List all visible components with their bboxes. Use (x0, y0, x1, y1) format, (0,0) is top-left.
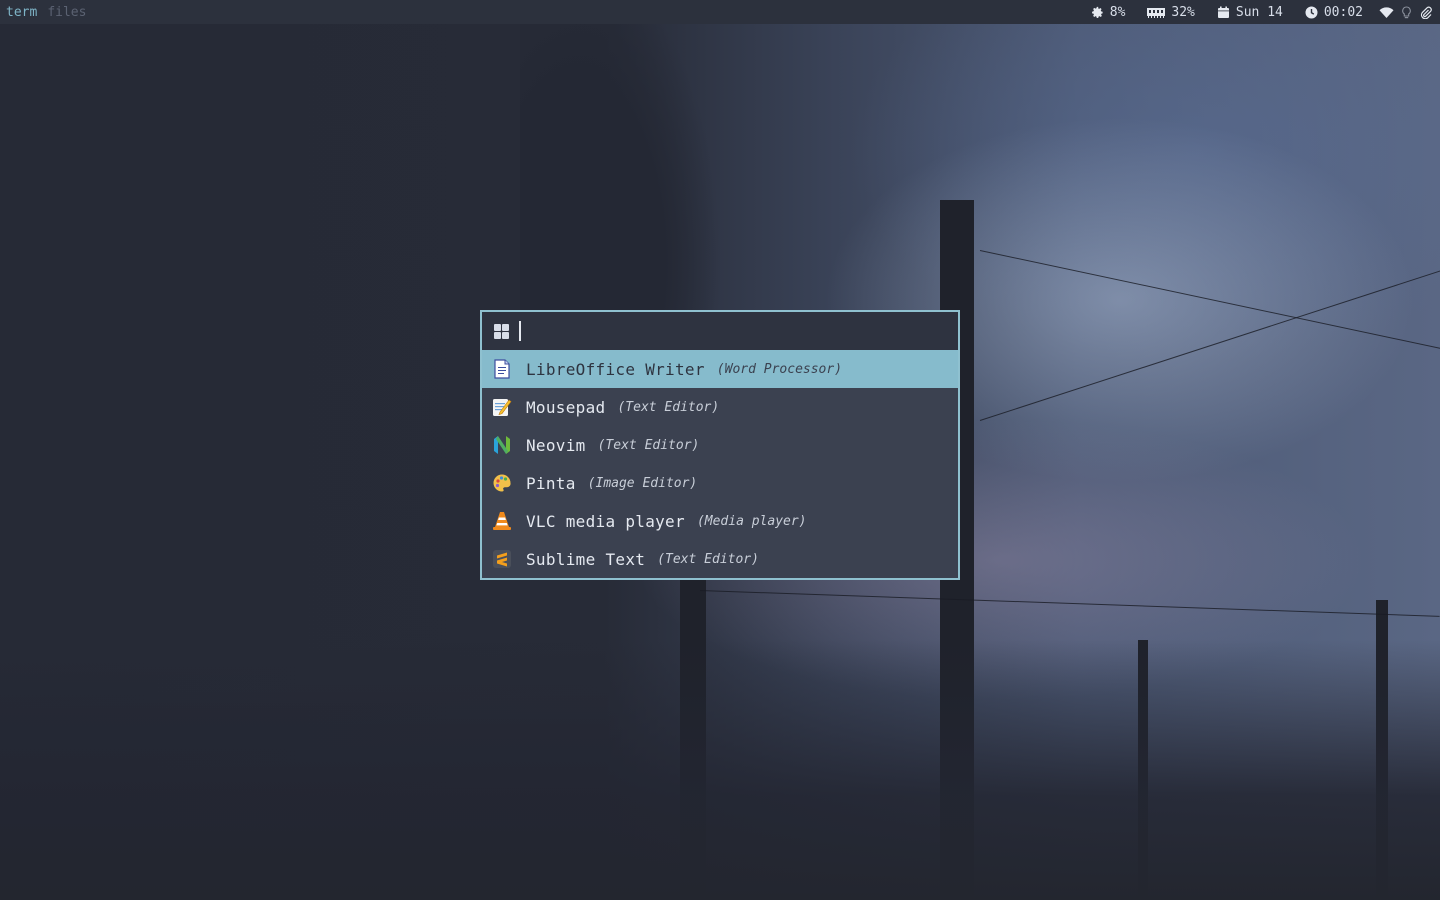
cpu-value: 8% (1109, 4, 1126, 20)
memory-status: 32% (1147, 4, 1195, 20)
gear-icon (1091, 6, 1104, 19)
status-area: 8% 32% Sun 14 00:02 (1069, 5, 1440, 20)
clock-icon (1305, 6, 1318, 19)
app-name: Sublime Text (526, 549, 646, 569)
paperclip-icon[interactable] (1419, 6, 1432, 19)
app-name: Mousepad (526, 397, 606, 417)
workspace-files[interactable]: files (47, 5, 86, 20)
tray (1379, 5, 1432, 19)
wifi-icon[interactable] (1379, 6, 1394, 19)
workspace-term[interactable]: term (6, 5, 37, 20)
app-category: (Image Editor) (587, 475, 698, 491)
top-bar: term files 8% 32% Sun 14 00:02 (0, 0, 1440, 24)
launcher-item-neovim[interactable]: Neovim (Text Editor) (482, 426, 958, 464)
app-category: (Text Editor) (657, 551, 759, 567)
app-launcher: LibreOffice Writer (Word Processor) Mous… (480, 310, 960, 580)
time-status: 00:02 (1305, 5, 1363, 20)
cpu-status: 8% (1091, 4, 1126, 20)
app-category: (Text Editor) (597, 437, 700, 453)
calendar-icon (1217, 6, 1230, 19)
memory-icon (1147, 6, 1166, 19)
vlc-icon (492, 511, 512, 531)
wallpaper-city (0, 640, 1440, 900)
launcher-results: LibreOffice Writer (Word Processor) Mous… (482, 350, 958, 578)
launcher-item-sublime-text[interactable]: Sublime Text (Text Editor) (482, 540, 958, 578)
date-value: Sun 14 (1235, 4, 1283, 20)
neovim-icon (492, 435, 512, 455)
app-name: VLC media player (526, 511, 685, 531)
app-category: (Media player) (696, 513, 807, 529)
app-name: Neovim (526, 435, 586, 455)
launcher-item-mousepad[interactable]: Mousepad (Text Editor) (482, 388, 958, 426)
text-cursor (519, 321, 521, 341)
lightbulb-icon[interactable] (1400, 5, 1413, 19)
launcher-item-libreoffice-writer[interactable]: LibreOffice Writer (Word Processor) (482, 350, 958, 388)
app-name: LibreOffice Writer (526, 359, 705, 379)
launcher-item-pinta[interactable]: Pinta (Image Editor) (482, 464, 958, 502)
launcher-item-vlc[interactable]: VLC media player (Media player) (482, 502, 958, 540)
mousepad-icon (492, 397, 512, 417)
memory-value: 32% (1171, 4, 1195, 20)
libreoffice-writer-icon (492, 359, 512, 379)
app-category: (Word Processor) (716, 361, 843, 377)
app-category: (Text Editor) (617, 399, 720, 415)
app-name: Pinta (526, 473, 576, 493)
sublime-text-icon (492, 549, 512, 569)
time-value: 00:02 (1323, 4, 1363, 20)
grid-icon (494, 323, 509, 339)
launcher-search-row[interactable] (482, 312, 958, 350)
workspace-list: term files (0, 5, 86, 20)
pinta-icon (492, 473, 512, 493)
date-status: Sun 14 (1217, 5, 1283, 20)
